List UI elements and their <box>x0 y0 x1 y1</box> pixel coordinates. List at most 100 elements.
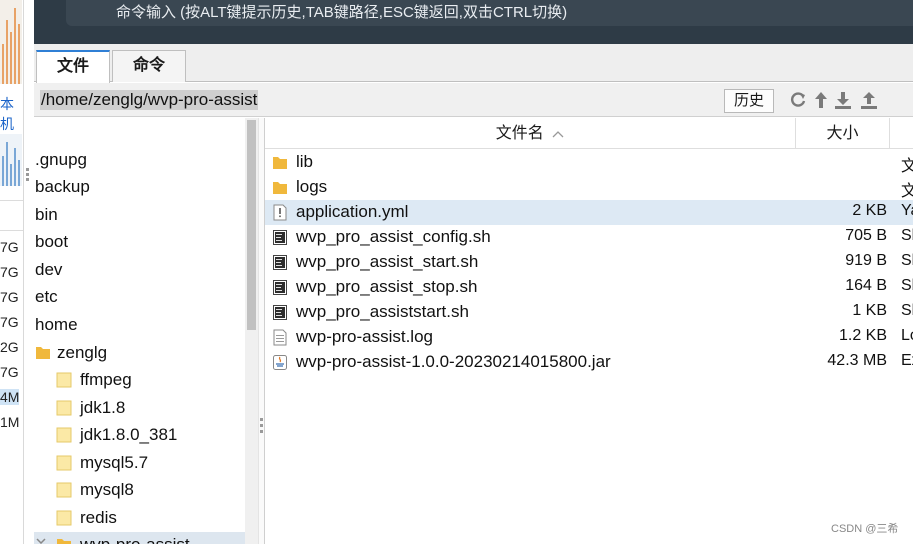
tree-item[interactable]: etc <box>35 287 58 307</box>
directory-tree: .gnupg backup bin boot dev etc home zeng… <box>34 118 245 544</box>
collapse-icon[interactable] <box>36 537 46 544</box>
file-row[interactable]: wvp-pro-assist.log 1.2 KB Lo <box>265 325 913 350</box>
file-type: Ya <box>901 202 913 219</box>
disk-value: 7G <box>0 264 19 280</box>
file-name: wvp-pro-assist.log <box>296 327 433 346</box>
tree-item[interactable]: redis <box>80 508 117 528</box>
file-type: Ex <box>901 352 913 369</box>
folder-icon <box>273 182 287 194</box>
disk-value: 7G <box>0 364 19 380</box>
network-mini-chart <box>0 134 22 186</box>
tree-scrollbar[interactable] <box>245 118 258 544</box>
script-file-icon <box>273 230 287 245</box>
file-type: 文 <box>901 158 913 175</box>
tab-files[interactable]: 文件 <box>36 50 110 83</box>
file-row[interactable]: wvp_pro_assist_stop.sh 164 B Sh <box>265 275 913 300</box>
file-size: 164 B <box>845 277 887 294</box>
file-size: 1 KB <box>852 302 887 319</box>
file-size: 1.2 KB <box>838 327 887 344</box>
column-header-name-label: 文件名 <box>495 125 544 142</box>
tree-item[interactable]: jdk1.8 <box>80 398 125 418</box>
tree-item[interactable]: .gnupg <box>35 150 87 170</box>
file-type: Sh <box>901 252 913 269</box>
tree-scrollbar-thumb[interactable] <box>247 120 256 330</box>
script-file-icon <box>273 305 287 320</box>
folder-icon <box>56 510 72 526</box>
path-input[interactable]: /home/zenglg/wvp-pro-assist <box>40 90 259 110</box>
file-name: application.yml <box>296 202 409 221</box>
folder-icon <box>273 157 287 169</box>
script-file-icon <box>273 255 287 270</box>
file-list-header: 文件名 大小 <box>265 118 913 149</box>
folder-icon <box>56 372 72 388</box>
disk-value: 7G <box>0 289 19 305</box>
disk-value: 4M <box>0 389 20 405</box>
script-file-icon <box>273 280 287 295</box>
file-row[interactable]: wvp_pro_assist_config.sh 705 B Sh <box>265 225 913 250</box>
tree-item-wvp-pro-assist[interactable]: wvp-pro-assist <box>80 535 190 544</box>
tab-strip: 文件 命令 <box>34 44 913 83</box>
column-header-size[interactable]: 大小 <box>796 118 890 149</box>
file-row[interactable]: wvp_pro_assiststart.sh 1 KB Sh <box>265 300 913 325</box>
panel-grip[interactable] <box>26 168 29 181</box>
file-name: wvp_pro_assist_start.sh <box>296 252 479 271</box>
folder-icon <box>56 400 72 416</box>
disk-value: 2G <box>0 339 19 355</box>
file-type: 文 <box>901 183 913 200</box>
tree-item[interactable]: bin <box>35 205 58 225</box>
file-row[interactable]: logs 文 <box>265 175 913 200</box>
download-icon[interactable] <box>833 90 853 110</box>
yml-file-icon <box>273 204 287 221</box>
tree-item[interactable]: dev <box>35 260 62 280</box>
file-type: Lo <box>901 327 913 344</box>
folder-icon <box>36 347 50 359</box>
tree-item[interactable]: boot <box>35 232 68 252</box>
tab-commands[interactable]: 命令 <box>112 50 186 82</box>
tree-item[interactable]: mysql5.7 <box>80 453 148 473</box>
left-side-panel: 本机 7G 7G 7G 7G 2G 7G 4M 1M <box>0 0 24 544</box>
file-row[interactable]: lib 文 <box>265 150 913 175</box>
file-name: wvp-pro-assist-1.0.0-20230214015800.jar <box>296 352 611 371</box>
tree-item[interactable]: mysql8 <box>80 480 134 500</box>
text-file-icon <box>273 329 287 346</box>
file-name: wvp_pro_assist_stop.sh <box>296 277 478 296</box>
tree-item[interactable]: home <box>35 315 78 335</box>
column-header-name[interactable]: 文件名 <box>265 118 796 149</box>
file-list: 文件名 大小 lib 文 logs 文 application.yml 2 KB… <box>264 118 913 544</box>
file-type: Sh <box>901 277 913 294</box>
disk-value: 7G <box>0 239 19 255</box>
folder-icon <box>56 482 72 498</box>
file-type: Sh <box>901 227 913 244</box>
command-bar: 命令输入 (按ALT键提示历史,TAB键路径,ESC键返回,双击CTRL切换) <box>34 0 913 53</box>
folder-icon <box>56 455 72 471</box>
file-row-selected[interactable]: application.yml 2 KB Ya <box>265 200 913 225</box>
cpu-mini-chart <box>0 0 22 84</box>
command-placeholder: 命令输入 (按ALT键提示历史,TAB键路径,ESC键返回,双击CTRL切换) <box>116 4 568 21</box>
file-name: wvp_pro_assist_config.sh <box>296 227 491 246</box>
local-machine-label[interactable]: 本机 <box>0 94 23 134</box>
file-size: 919 B <box>845 252 887 269</box>
watermark: CSDN @三希 <box>831 523 899 535</box>
file-size: 2 KB <box>852 202 887 219</box>
tree-item[interactable]: backup <box>35 177 90 197</box>
tree-item[interactable]: jdk1.8.0_381 <box>80 425 177 445</box>
tree-item-zenglg[interactable]: zenglg <box>57 343 107 363</box>
up-icon[interactable] <box>811 90 831 110</box>
folder-icon <box>57 539 71 544</box>
upload-icon[interactable] <box>859 90 879 110</box>
disk-value: 1M <box>0 414 20 430</box>
file-row[interactable]: wvp_pro_assist_start.sh 919 B Sh <box>265 250 913 275</box>
file-size: 705 B <box>845 227 887 244</box>
file-name: wvp_pro_assiststart.sh <box>296 302 469 321</box>
tree-item[interactable]: ffmpeg <box>80 370 132 390</box>
java-jar-icon <box>273 355 287 370</box>
history-button[interactable]: 历史 <box>724 89 774 113</box>
file-type: Sh <box>901 302 913 319</box>
path-bar: /home/zenglg/wvp-pro-assist 历史 <box>34 83 913 117</box>
folder-icon <box>56 427 72 443</box>
refresh-icon[interactable] <box>788 90 808 110</box>
file-name: logs <box>296 177 328 196</box>
file-name: lib <box>296 152 314 171</box>
file-row[interactable]: wvp-pro-assist-1.0.0-20230214015800.jar … <box>265 350 913 375</box>
command-input[interactable]: 命令输入 (按ALT键提示历史,TAB键路径,ESC键返回,双击CTRL切换) <box>66 0 913 26</box>
